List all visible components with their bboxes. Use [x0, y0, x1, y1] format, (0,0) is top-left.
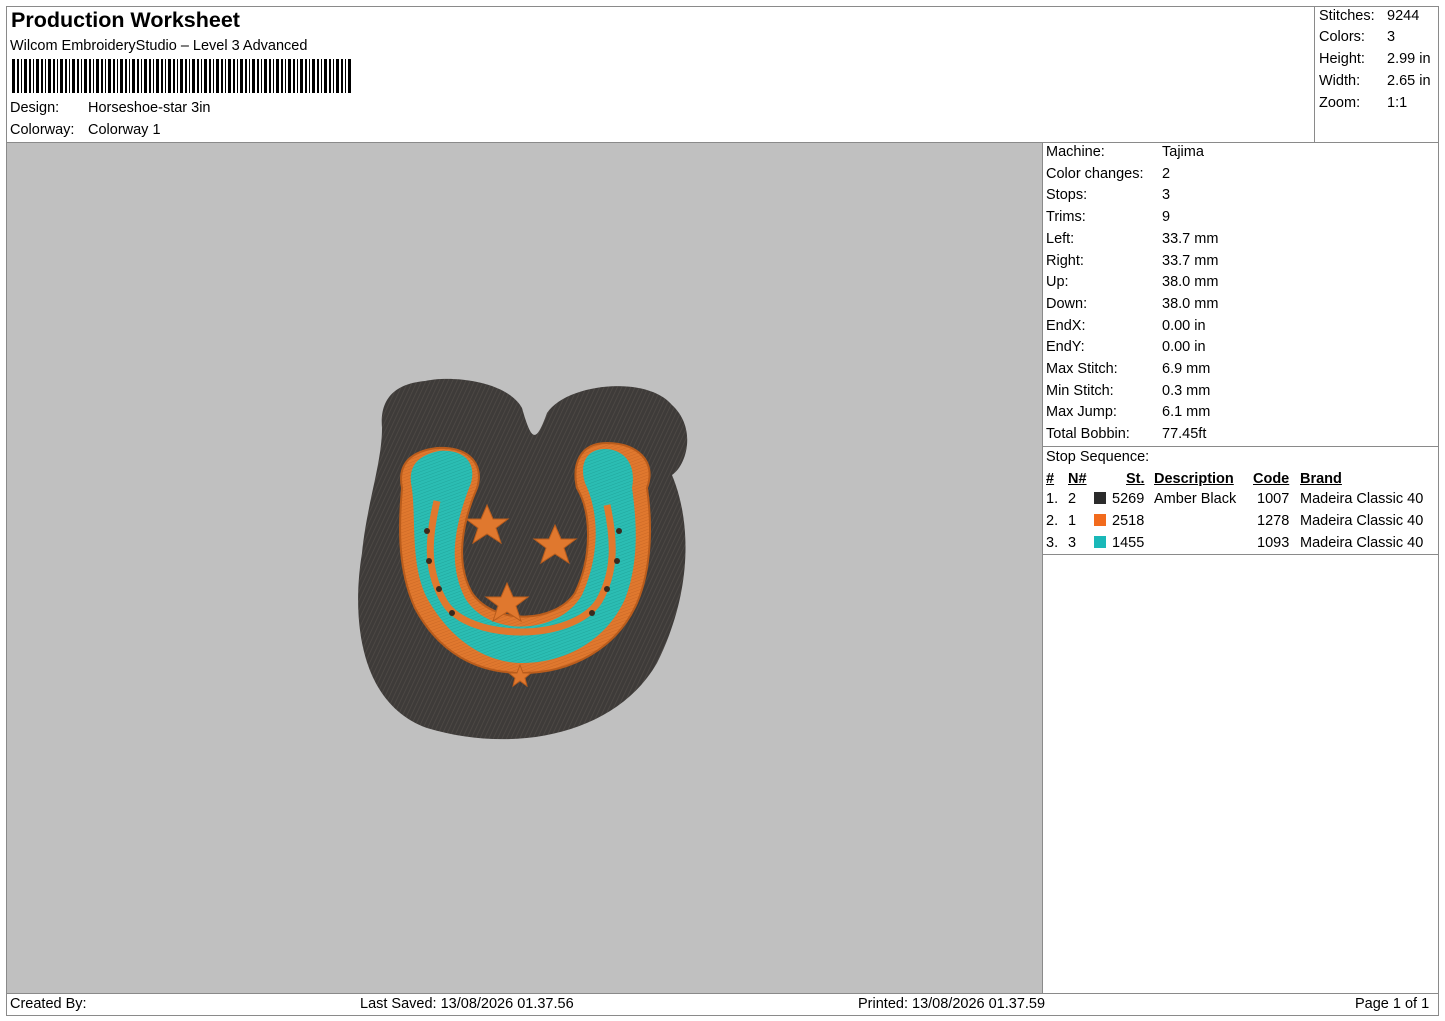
col-header-index: # [1046, 471, 1055, 487]
machine-info-label: Max Jump: [1046, 404, 1117, 421]
machine-info-label: Max Stitch: [1046, 361, 1118, 377]
stop-brand: Madeira Classic 40 [1300, 535, 1424, 551]
printed-date: Printed: 13/08/2026 01.37.59 [858, 996, 1046, 1012]
stop-description: Amber Black [1154, 491, 1237, 507]
colors-value: 3 [1387, 29, 1396, 45]
stitches-value: 9244 [1387, 8, 1420, 24]
machine-info-value: 6.1 mm [1162, 404, 1211, 421]
page-number: Page 1 of 1 [1355, 996, 1430, 1012]
design-preview-canvas [7, 143, 1042, 993]
horseshoe-design-preview [358, 378, 688, 740]
machine-info-divider [1043, 446, 1439, 447]
page-title: Production Worksheet [11, 8, 240, 32]
machine-info-label: Min Stitch: [1046, 382, 1114, 399]
machine-info-value: Tajima [1162, 144, 1204, 160]
zoom-value: 1:1 [1387, 95, 1408, 111]
design-name: Horseshoe-star 3in [88, 100, 211, 116]
thread-color-swatch [1094, 514, 1106, 526]
width-value: 2.65 in [1387, 73, 1431, 89]
stop-needle: 2 [1068, 491, 1077, 507]
col-header-description: Description [1154, 471, 1234, 487]
machine-info-label: EndY: [1046, 339, 1085, 356]
stop-stitches: 1455 [1112, 535, 1145, 551]
side-panel-divider [1042, 143, 1043, 993]
height-value: 2.99 in [1387, 51, 1431, 67]
stop-index: 3. [1046, 535, 1059, 551]
machine-info-label: Up: [1046, 274, 1069, 291]
machine-info-label: Color changes: [1046, 165, 1144, 182]
created-by: Created By: [10, 996, 87, 1012]
stitches-label: Stitches: [1319, 8, 1375, 24]
stop-brand: Madeira Classic 40 [1300, 513, 1424, 529]
machine-info-value: 77.45ft [1162, 426, 1207, 443]
stop-needle: 3 [1068, 535, 1077, 551]
stop-sequence-divider [1043, 554, 1439, 555]
machine-info-label: Machine: [1046, 144, 1105, 160]
stop-sequence-title: Stop Sequence: [1046, 449, 1150, 465]
height-label: Height: [1319, 51, 1365, 67]
barcode [12, 59, 351, 93]
summary-divider [1314, 7, 1315, 142]
machine-info-value: 2 [1162, 165, 1171, 182]
machine-info-label: Left: [1046, 230, 1075, 247]
machine-info-value: 6.9 mm [1162, 361, 1211, 377]
machine-info-value: 33.7 mm [1162, 230, 1219, 247]
colorway-name: Colorway 1 [88, 122, 161, 138]
machine-info-label: Trims: [1046, 209, 1086, 226]
stop-stitches: 2518 [1112, 513, 1145, 529]
software-name: Wilcom EmbroideryStudio – Level 3 Advanc… [10, 38, 308, 54]
col-header-stitches: St. [1126, 471, 1145, 487]
machine-info-value: 33.7 mm [1162, 252, 1219, 269]
design-label: Design: [10, 100, 60, 116]
machine-info-value: 0.00 in [1162, 317, 1206, 334]
machine-info-value: 9 [1162, 209, 1171, 226]
colorway-label: Colorway: [10, 122, 75, 138]
stop-code: 1007 [1257, 491, 1290, 507]
thread-color-swatch [1094, 492, 1106, 504]
machine-info-label: Down: [1046, 295, 1088, 312]
stop-index: 1. [1046, 491, 1059, 507]
col-header-needle: N# [1068, 471, 1087, 487]
col-header-brand: Brand [1300, 471, 1342, 487]
machine-info-value: 0.3 mm [1162, 382, 1211, 399]
stop-index: 2. [1046, 513, 1059, 529]
col-header-code: Code [1253, 471, 1290, 487]
machine-info-value: 38.0 mm [1162, 274, 1219, 291]
stop-code: 1093 [1257, 535, 1290, 551]
machine-info-value: 38.0 mm [1162, 295, 1219, 312]
machine-info-value: 0.00 in [1162, 339, 1206, 356]
last-saved: Last Saved: 13/08/2026 01.37.56 [360, 996, 574, 1012]
stop-stitches: 5269 [1112, 491, 1145, 507]
machine-info-value: 3 [1162, 187, 1171, 204]
footer-divider [7, 993, 1439, 994]
stop-code: 1278 [1257, 513, 1290, 529]
machine-info-label: Stops: [1046, 187, 1088, 204]
thread-color-swatch [1094, 536, 1106, 548]
width-label: Width: [1319, 73, 1361, 89]
machine-info-label: EndX: [1046, 317, 1086, 334]
machine-info-label: Right: [1046, 252, 1084, 269]
stop-brand: Madeira Classic 40 [1300, 491, 1424, 507]
zoom-label: Zoom: [1319, 95, 1361, 111]
colors-label: Colors: [1319, 29, 1365, 45]
machine-info-label: Total Bobbin: [1046, 426, 1130, 443]
stop-needle: 1 [1068, 513, 1077, 529]
